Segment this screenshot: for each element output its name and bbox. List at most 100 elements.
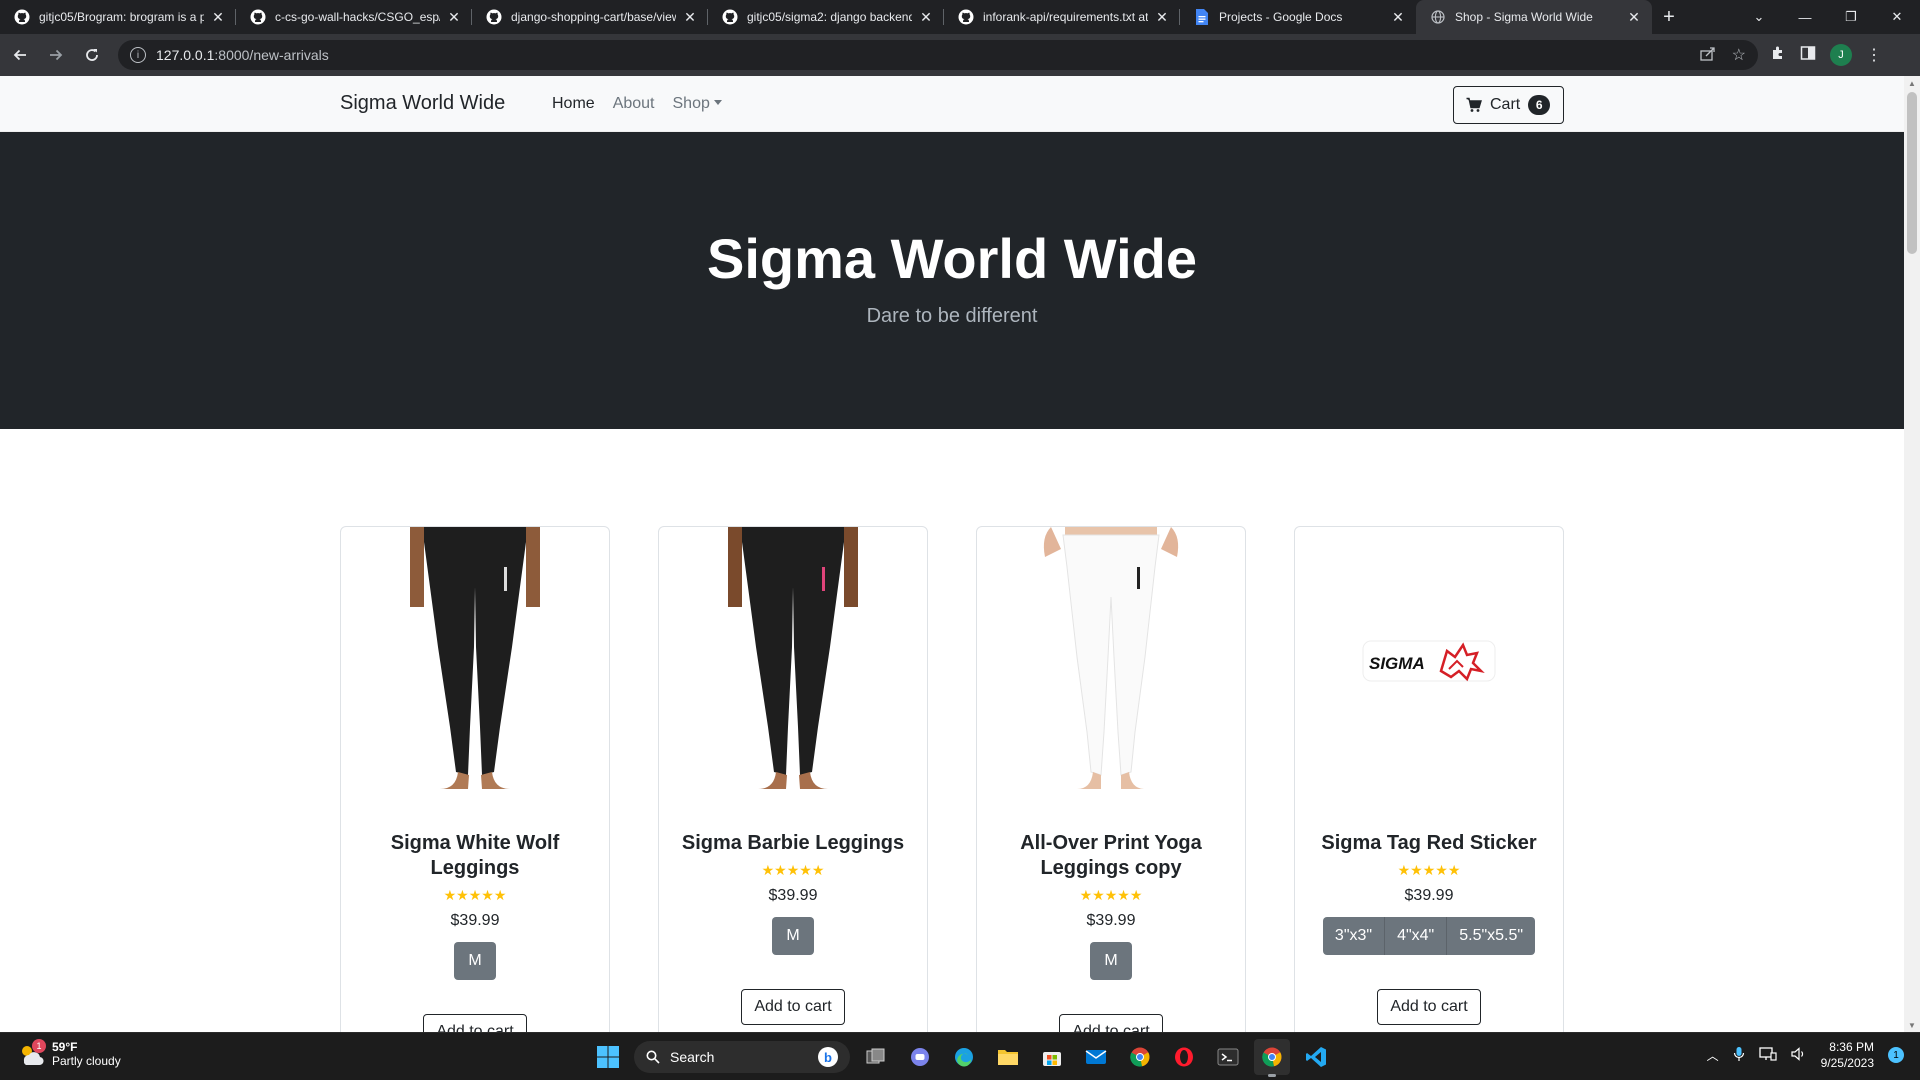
- taskbar-apps: Search b: [590, 1039, 1334, 1077]
- add-to-cart-button[interactable]: Add to cart: [1059, 1014, 1163, 1032]
- close-window-icon[interactable]: ✕: [1874, 0, 1920, 34]
- variant-option[interactable]: M: [454, 942, 496, 980]
- side-panel-icon[interactable]: [1800, 45, 1816, 66]
- product-name[interactable]: Sigma Barbie Leggings: [659, 831, 927, 856]
- close-tab-icon[interactable]: ✕: [1626, 9, 1642, 25]
- microphone-icon[interactable]: [1733, 1046, 1745, 1065]
- windows-start-icon[interactable]: [590, 1039, 626, 1075]
- browser-tab[interactable]: gitjc05/Brogram: brogram is a p ✕: [0, 0, 236, 34]
- browser-tab-active[interactable]: Shop - Sigma World Wide ✕: [1416, 0, 1652, 34]
- hero-title: Sigma World Wide: [706, 226, 1198, 290]
- notification-badge[interactable]: 1: [1888, 1047, 1904, 1063]
- browser-tab[interactable]: c-cs-go-wall-hacks/CSGO_esp/m ✕: [236, 0, 472, 34]
- url-host: 127.0.0.1: [156, 47, 215, 63]
- add-to-cart-button[interactable]: Add to cart: [423, 1014, 527, 1032]
- github-icon: [722, 9, 738, 25]
- nav-home[interactable]: Home: [552, 95, 595, 113]
- product-image[interactable]: [977, 527, 1245, 795]
- close-tab-icon[interactable]: ✕: [210, 9, 226, 25]
- share-icon[interactable]: [1700, 46, 1716, 64]
- mail-icon[interactable]: [1078, 1039, 1114, 1075]
- product-card[interactable]: All-Over Print Yoga Leggings copy ★★★★★ …: [976, 526, 1246, 1032]
- chrome-icon[interactable]: [1122, 1039, 1158, 1075]
- variant-option[interactable]: M: [772, 917, 814, 955]
- extensions-icon[interactable]: [1770, 45, 1786, 66]
- clock-time: 8:36 PM: [1829, 1040, 1874, 1054]
- browser-tab[interactable]: gitjc05/sigma2: django backend ✕: [708, 0, 944, 34]
- browser-tab[interactable]: inforank-api/requirements.txt at ✕: [944, 0, 1180, 34]
- weather-widget[interactable]: 1 59°F Partly cloudy: [18, 1039, 121, 1068]
- edge-icon[interactable]: [946, 1039, 982, 1075]
- site-brand[interactable]: Sigma World Wide: [340, 92, 505, 115]
- close-tab-icon[interactable]: ✕: [1154, 9, 1170, 25]
- chrome-active-icon[interactable]: [1254, 1039, 1290, 1077]
- microsoft-store-icon[interactable]: [1034, 1039, 1070, 1075]
- tab-search-icon[interactable]: ⌄: [1736, 0, 1782, 34]
- minimize-icon[interactable]: —: [1782, 0, 1828, 34]
- back-icon[interactable]: [4, 39, 36, 71]
- variant-selector: M: [659, 917, 927, 955]
- browser-tab[interactable]: django-shopping-cart/base/view ✕: [472, 0, 708, 34]
- taskbar-clock[interactable]: 8:36 PM 9/25/2023: [1821, 1039, 1874, 1071]
- tab-title: django-shopping-cart/base/view: [511, 10, 676, 24]
- teams-chat-icon[interactable]: [902, 1039, 938, 1075]
- forward-icon[interactable]: [40, 39, 72, 71]
- terminal-icon[interactable]: [1210, 1039, 1246, 1075]
- product-name[interactable]: Sigma White Wolf Leggings: [341, 831, 609, 881]
- close-tab-icon[interactable]: ✕: [446, 9, 462, 25]
- network-icon[interactable]: [1758, 1046, 1777, 1064]
- task-view-icon[interactable]: [858, 1039, 894, 1075]
- variant-option[interactable]: 4"x4": [1385, 917, 1448, 955]
- close-tab-icon[interactable]: ✕: [682, 9, 698, 25]
- product-price: $39.99: [1404, 887, 1454, 904]
- profile-avatar[interactable]: J: [1830, 44, 1852, 66]
- vscode-icon[interactable]: [1298, 1039, 1334, 1075]
- variant-option[interactable]: 5.5"x5.5": [1447, 917, 1536, 955]
- variant-option[interactable]: 3"x3": [1322, 917, 1386, 955]
- scroll-down-icon[interactable]: ▼: [1904, 1018, 1920, 1032]
- reload-icon[interactable]: [76, 39, 108, 71]
- nav-about[interactable]: About: [613, 95, 655, 113]
- bing-icon[interactable]: b: [818, 1047, 838, 1067]
- cart-button[interactable]: Cart 6: [1453, 86, 1564, 124]
- page-scrollbar[interactable]: ▲ ▼: [1904, 76, 1920, 1032]
- product-grid: Sigma White Wolf Leggings ★★★★★ $39.99 M…: [0, 429, 1904, 1032]
- opera-icon[interactable]: [1166, 1039, 1202, 1075]
- restore-icon[interactable]: ❐: [1828, 0, 1874, 34]
- scroll-up-icon[interactable]: ▲: [1904, 76, 1920, 90]
- address-bar[interactable]: i 127.0.0.1:8000/new-arrivals ☆: [118, 40, 1758, 70]
- github-icon: [14, 9, 30, 25]
- product-image[interactable]: SIGMA: [1295, 527, 1563, 795]
- product-name[interactable]: All-Over Print Yoga Leggings copy: [977, 831, 1245, 881]
- bookmark-star-icon[interactable]: ☆: [1732, 45, 1746, 65]
- product-name[interactable]: Sigma Tag Red Sticker: [1295, 831, 1563, 856]
- product-card[interactable]: Sigma Barbie Leggings ★★★★★ $39.99 M Add…: [658, 526, 928, 1032]
- add-to-cart-button[interactable]: Add to cart: [741, 989, 845, 1025]
- product-price: $39.99: [768, 887, 818, 904]
- menu-kebab-icon[interactable]: ⋮: [1866, 45, 1882, 65]
- product-image[interactable]: [659, 527, 927, 795]
- tab-title: gitjc05/Brogram: brogram is a p: [39, 10, 204, 24]
- tray-overflow-chevron-icon[interactable]: ︿: [1707, 1047, 1719, 1064]
- rating-stars: ★★★★★: [443, 887, 507, 903]
- taskbar-search[interactable]: Search b: [634, 1041, 850, 1073]
- scrollbar-thumb[interactable]: [1907, 92, 1917, 254]
- variant-option[interactable]: M: [1090, 942, 1132, 980]
- product-image[interactable]: [341, 527, 609, 795]
- volume-icon[interactable]: [1791, 1046, 1807, 1064]
- nav-shop-dropdown[interactable]: Shop: [673, 95, 722, 113]
- product-card[interactable]: SIGMA Sigma Tag Red Sticker ★★★★★ $39.99…: [1294, 526, 1564, 1032]
- site-info-icon[interactable]: i: [130, 47, 146, 63]
- product-card[interactable]: Sigma White Wolf Leggings ★★★★★ $39.99 M…: [340, 526, 610, 1032]
- file-explorer-icon[interactable]: [990, 1039, 1026, 1075]
- site-navbar: Sigma World Wide Home About Shop Cart 6: [0, 76, 1904, 132]
- close-tab-icon[interactable]: ✕: [918, 9, 934, 25]
- new-tab-button[interactable]: +: [1652, 0, 1686, 34]
- close-tab-icon[interactable]: ✕: [1390, 9, 1406, 25]
- url-path: :8000/new-arrivals: [214, 47, 329, 63]
- browser-tab[interactable]: Projects - Google Docs ✕: [1180, 0, 1416, 34]
- clock-date: 9/25/2023: [1820, 1056, 1874, 1070]
- add-to-cart-button[interactable]: Add to cart: [1377, 989, 1481, 1025]
- tab-title: Projects - Google Docs: [1219, 10, 1343, 24]
- tab-title: c-cs-go-wall-hacks/CSGO_esp/m: [275, 10, 440, 24]
